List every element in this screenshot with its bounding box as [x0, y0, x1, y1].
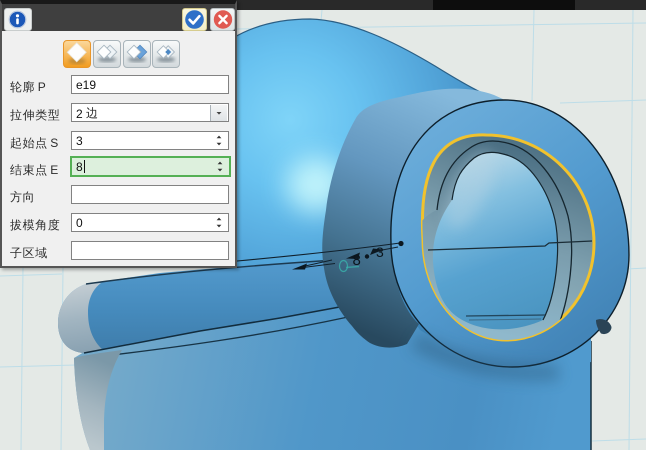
svg-text:3: 3 — [376, 244, 384, 260]
svg-text:P: P — [38, 80, 46, 94]
svg-text:E: E — [50, 163, 58, 177]
svg-text:8: 8 — [353, 252, 361, 269]
svg-text:S: S — [50, 136, 58, 150]
